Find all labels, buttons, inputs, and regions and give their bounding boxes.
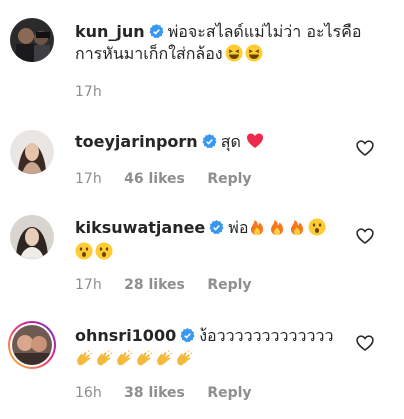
clapping-hands-emoji-icon bbox=[177, 350, 193, 366]
reply-button[interactable]: Reply bbox=[207, 277, 251, 293]
verified-badge-icon bbox=[202, 134, 217, 149]
clapping-hands-emoji-icon bbox=[77, 350, 93, 366]
comment-item: toeyjarinporn สุด 17h 46 likes Reply bbox=[0, 110, 404, 200]
fire-emoji-icon bbox=[251, 220, 264, 235]
comment-meta: 17h bbox=[75, 84, 120, 100]
astonished-emoji-icon bbox=[308, 218, 326, 236]
verified-badge-icon bbox=[209, 220, 224, 235]
comment-time[interactable]: 17h bbox=[75, 277, 102, 293]
grinning-squint-emoji-icon bbox=[225, 44, 243, 62]
username[interactable]: kiksuwatjanee bbox=[75, 218, 205, 237]
comment-time[interactable]: 17h bbox=[75, 84, 102, 100]
verified-badge-icon bbox=[180, 328, 195, 343]
comment-item: kiksuwatjanee พ่อ 17h 28 likes Reply bbox=[0, 200, 404, 305]
astonished-emoji-icon bbox=[95, 242, 113, 260]
clapping-hands-emoji-icon bbox=[117, 350, 133, 366]
reply-button[interactable]: Reply bbox=[207, 171, 251, 187]
comment-item: kun_jun พ่อจะสไลด์แม่ไม่ว่า อะไรคือ การหั… bbox=[0, 0, 404, 110]
username[interactable]: kun_jun bbox=[75, 22, 145, 41]
comment-item: ohnsri1000 ง้อววววววววววววว 16h 38 likes … bbox=[0, 305, 404, 419]
like-heart-icon[interactable] bbox=[355, 138, 375, 158]
comment-text: สุด bbox=[220, 132, 241, 151]
verified-badge-icon bbox=[149, 24, 164, 39]
comment-text: ง้อววววววววววววว bbox=[199, 326, 334, 345]
likes-count[interactable]: 38 likes bbox=[124, 385, 185, 401]
likes-count[interactable]: 28 likes bbox=[124, 277, 185, 293]
comment-text-line2: การหันมาเก็กใส่กล้อง bbox=[75, 44, 223, 63]
like-heart-icon[interactable] bbox=[355, 226, 375, 246]
reply-button[interactable]: Reply bbox=[207, 385, 251, 401]
astonished-emoji-icon bbox=[75, 242, 93, 260]
clapping-hands-emoji-icon bbox=[97, 350, 113, 366]
comment-meta: 17h 28 likes Reply bbox=[75, 277, 270, 293]
avatar[interactable] bbox=[10, 18, 54, 62]
grinning-squint-emoji-icon bbox=[245, 44, 263, 62]
comment-time[interactable]: 16h bbox=[75, 385, 102, 401]
clapping-hands-emoji-icon bbox=[157, 350, 173, 366]
comment-text: พ่อ bbox=[228, 218, 249, 237]
comment-time[interactable]: 17h bbox=[75, 171, 102, 187]
red-heart-emoji-icon bbox=[246, 133, 263, 148]
fire-emoji-icon bbox=[291, 220, 304, 235]
avatar[interactable] bbox=[10, 130, 54, 174]
fire-emoji-icon bbox=[271, 220, 284, 235]
likes-count[interactable]: 46 likes bbox=[124, 171, 185, 187]
username[interactable]: toeyjarinporn bbox=[75, 132, 198, 151]
avatar-with-story-ring[interactable] bbox=[8, 321, 56, 369]
comment-meta: 17h 46 likes Reply bbox=[75, 171, 270, 187]
avatar[interactable] bbox=[10, 215, 54, 259]
username[interactable]: ohnsri1000 bbox=[75, 326, 176, 345]
comment-text: พ่อจะสไลด์แม่ไม่ว่า อะไรคือ bbox=[167, 22, 362, 41]
clapping-hands-emoji-icon bbox=[137, 350, 153, 366]
comment-meta: 16h 38 likes Reply bbox=[75, 385, 270, 401]
like-heart-icon[interactable] bbox=[355, 333, 375, 353]
